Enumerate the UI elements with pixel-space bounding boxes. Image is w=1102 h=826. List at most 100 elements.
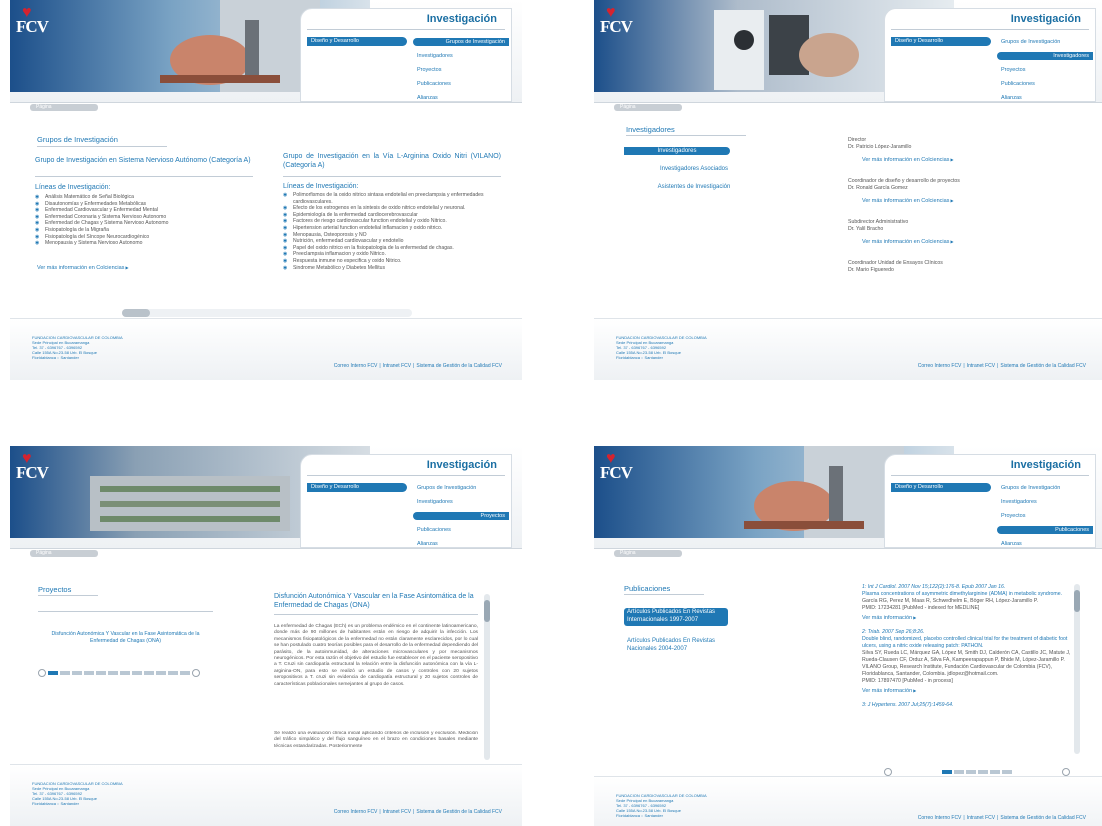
- role: Director: [848, 137, 867, 143]
- menu-title: Investigación: [426, 13, 497, 25]
- list-item: Sindrome Metabólico y Diabetes Mellitus: [283, 265, 501, 272]
- prev-icon[interactable]: [38, 669, 46, 677]
- pub-ref: 3: J Hypertens. 2007 Jul;25(7):1459-64.: [862, 702, 954, 708]
- menu-proyectos[interactable]: Proyectos: [413, 63, 509, 77]
- fcv-logo[interactable]: ♥ FCV: [16, 451, 50, 483]
- header: ♥ FCV Investigación Diseño y Desarrollo …: [594, 446, 1102, 549]
- intranet-link[interactable]: Intranet FCV: [383, 809, 411, 815]
- pub-ref: 1: Int J Cardiol. 2007 Nov 15;122(2):176…: [862, 584, 1006, 590]
- menu-publicaciones[interactable]: Publicaciones: [997, 526, 1093, 534]
- correo-link[interactable]: Correo Interno FCV: [334, 363, 378, 369]
- h-scrollbar[interactable]: [122, 309, 412, 317]
- menu-grupos[interactable]: Grupos de Investigación: [413, 38, 509, 46]
- back-button[interactable]: Página: [30, 550, 98, 557]
- menu-diseno[interactable]: Diseño y Desarrollo: [307, 37, 407, 46]
- project-title: Disfunción Autonómica Y Vascular en la F…: [274, 593, 474, 609]
- menu-investigadores[interactable]: Investigadores: [413, 495, 509, 509]
- project-desc-2: Se realizó una evaluación clínica inicia…: [274, 731, 478, 749]
- menu-diseno[interactable]: Diseño y Desarrollo: [891, 483, 991, 492]
- footer: FUNDACION CARDIOVASCULAR DE COLOMBIA Sede…: [10, 764, 522, 826]
- menu-alianzas[interactable]: Alianzas: [413, 537, 509, 551]
- intranet-link[interactable]: Intranet FCV: [383, 363, 411, 369]
- calidad-link[interactable]: Sistema de Gestión de la Calidad FCV: [416, 363, 502, 369]
- menu-publicaciones[interactable]: Publicaciones: [413, 523, 509, 537]
- back-button[interactable]: Página: [30, 104, 98, 111]
- pub-pager[interactable]: [884, 768, 1070, 776]
- menu-alianzas[interactable]: Alianzas: [413, 91, 509, 105]
- lines-list-1: Análisis Matemático de Señal Biológica D…: [35, 194, 253, 247]
- calidad-link[interactable]: Sistema de Gestión de la Calidad FCV: [1000, 815, 1086, 821]
- pub-title[interactable]: Double blind, randomized, placebo contro…: [862, 636, 1072, 650]
- menu-investigadores[interactable]: Investigadores: [997, 495, 1093, 509]
- colciencias-link[interactable]: Ver más información en Colciencias: [862, 157, 954, 163]
- prev-icon[interactable]: [884, 768, 892, 776]
- colciencias-link[interactable]: Ver más información en Colciencias: [862, 198, 954, 204]
- footer-address: FUNDACION CARDIOVASCULAR DE COLOMBIA Sede…: [32, 335, 123, 360]
- menu-alianzas[interactable]: Alianzas: [997, 91, 1093, 105]
- scroll-thumb[interactable]: [484, 600, 490, 622]
- v-scrollbar[interactable]: [484, 594, 490, 760]
- correo-link[interactable]: Correo Interno FCV: [334, 809, 378, 815]
- nav-asociados[interactable]: Investigadores Asociados: [624, 166, 764, 172]
- scroll-thumb[interactable]: [122, 309, 150, 317]
- menu-investigadores[interactable]: Investigadores: [997, 52, 1093, 60]
- list-item: Efecto de los estrogenos en la sintesis …: [283, 205, 501, 212]
- list-item: Hipertension arterial function endotelia…: [283, 225, 501, 232]
- header: ♥ FCV Investigación Diseño y Desarrollo …: [10, 446, 522, 549]
- menu-diseno[interactable]: Diseño y Desarrollo: [307, 483, 407, 492]
- correo-link[interactable]: Correo Interno FCV: [918, 363, 962, 369]
- nav-asistentes[interactable]: Asistentes de Investigación: [624, 184, 764, 190]
- nav-nacionales[interactable]: Artículos Publicados En Revistas Naciona…: [624, 637, 728, 653]
- list-item: Nutrición, enfermedad cardiovascular y e…: [283, 238, 501, 245]
- section-title: Investigadores: [626, 125, 675, 134]
- menu-proyectos[interactable]: Proyectos: [997, 509, 1093, 523]
- menu-grupos[interactable]: Grupos de Investigación: [413, 481, 509, 495]
- back-button[interactable]: Página: [614, 550, 682, 557]
- back-button[interactable]: Página: [614, 104, 682, 111]
- nav-investigadores[interactable]: Investigadores: [624, 147, 730, 155]
- menu-publicaciones[interactable]: Publicaciones: [413, 77, 509, 91]
- person-name: Dr. Ronald García Gomez: [848, 185, 908, 191]
- menu-diseno[interactable]: Diseño y Desarrollo: [891, 37, 991, 46]
- list-item: Análisis Matemático de Señal Biológica: [35, 194, 253, 201]
- pub-title[interactable]: Plasma concentrations of asymmetric dime…: [862, 591, 1072, 598]
- next-icon[interactable]: [1062, 768, 1070, 776]
- nav-internacionales[interactable]: Artículos Publicados En Revistas Interna…: [624, 608, 728, 626]
- v-scrollbar[interactable]: [1074, 584, 1080, 754]
- fcv-logo[interactable]: ♥ FCV: [600, 451, 634, 483]
- menu-proyectos[interactable]: Proyectos: [413, 512, 509, 520]
- menu-investigadores[interactable]: Investigadores: [413, 49, 509, 63]
- colciencias-link[interactable]: Ver más información en Colciencias: [862, 239, 954, 245]
- lines-label: Líneas de Investigación:: [35, 184, 111, 191]
- fcv-logo[interactable]: ♥ FCV: [16, 5, 50, 37]
- panel-proyectos: ♥ FCV Investigación Diseño y Desarrollo …: [10, 446, 531, 826]
- panel-investigadores: ♥ FCV Investigación Diseño y Desarrollo …: [594, 0, 1102, 380]
- investigacion-menu: Investigación Diseño y Desarrollo Grupos…: [884, 454, 1096, 548]
- correo-link[interactable]: Correo Interno FCV: [918, 815, 962, 821]
- next-icon[interactable]: [192, 669, 200, 677]
- section-title: Publicaciones: [624, 584, 671, 593]
- pub-pmid: PMID: 17234281 [PubMed - indexed for MED…: [862, 605, 980, 611]
- scroll-thumb[interactable]: [1074, 590, 1080, 612]
- menu-grupos[interactable]: Grupos de Investigación: [997, 35, 1093, 49]
- project-pager[interactable]: [38, 669, 200, 677]
- menu-alianzas[interactable]: Alianzas: [997, 537, 1093, 551]
- calidad-link[interactable]: Sistema de Gestión de la Calidad FCV: [1000, 363, 1086, 369]
- role: Coordinador de diseño y desarrollo de pr…: [848, 178, 960, 184]
- intranet-link[interactable]: Intranet FCV: [967, 815, 995, 821]
- menu-proyectos[interactable]: Proyectos: [997, 63, 1093, 77]
- colciencias-link[interactable]: Ver más información en Colciencias: [37, 265, 129, 271]
- pub-more-link[interactable]: Ver más información: [862, 688, 1072, 694]
- footer: FUNDACION CARDIOVASCULAR DE COLOMBIA Sede…: [10, 318, 522, 380]
- menu-grupos[interactable]: Grupos de Investigación: [997, 481, 1093, 495]
- calidad-link[interactable]: Sistema de Gestión de la Calidad FCV: [416, 809, 502, 815]
- menu-publicaciones[interactable]: Publicaciones: [997, 77, 1093, 91]
- intranet-link[interactable]: Intranet FCV: [967, 363, 995, 369]
- pub-more-link[interactable]: Ver más información: [862, 615, 1072, 621]
- list-item: Menopausia, Osteoporosis y NO: [283, 232, 501, 239]
- fcv-logo[interactable]: ♥ FCV: [600, 5, 634, 37]
- project-link[interactable]: Disfunción Autonómica Y Vascular en la F…: [38, 631, 213, 645]
- person-name: Dr. Patricio López-Jaramillo: [848, 144, 912, 150]
- list-item: Polimorfismos de la oxido nitrico sintas…: [283, 192, 501, 205]
- person-name: Dr. Mario Figueredo: [848, 267, 894, 273]
